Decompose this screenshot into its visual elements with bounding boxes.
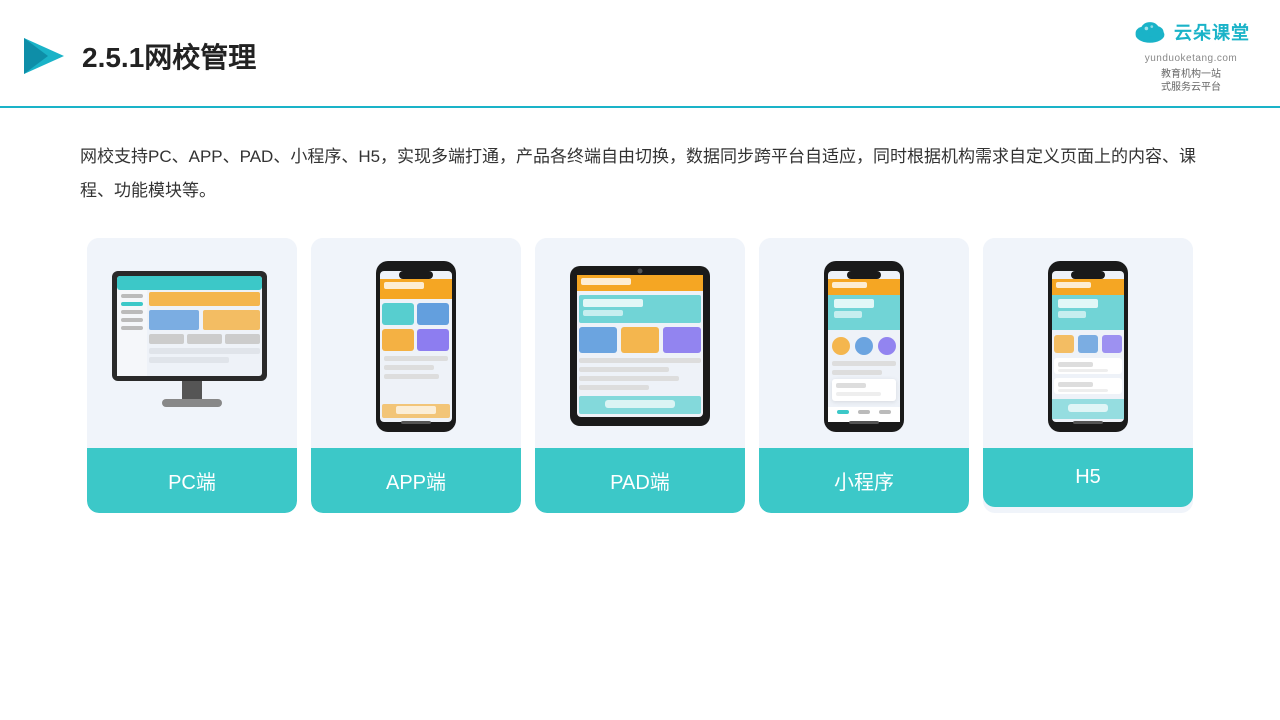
brand-name-en: yunduoketang.com	[1145, 48, 1238, 66]
card-pc-image	[87, 238, 297, 448]
card-h5: H5	[983, 238, 1193, 513]
brand-logo: 云朵课堂 yunduoketang.com 教育机构一站 式服务云平台	[1132, 18, 1250, 94]
pad-tablet-icon	[565, 261, 715, 431]
brand-cloud-row: 云朵课堂	[1132, 18, 1250, 46]
card-pc-label: PC端	[87, 448, 297, 513]
card-miniapp-image	[759, 238, 969, 448]
h5-phone-icon	[1043, 259, 1133, 434]
card-miniapp-label: 小程序	[759, 448, 969, 513]
page-header: 2.5.1网校管理 云朵课堂 yunduoketang.com 教育机构一站 式…	[0, 0, 1280, 108]
page-title: 2.5.1网校管理	[82, 36, 256, 76]
card-app: APP端	[311, 238, 521, 513]
description-text: 网校支持PC、APP、PAD、小程序、H5，实现多端打通，产品各终端自由切换，数…	[0, 108, 1280, 228]
pc-monitor-icon	[107, 266, 277, 426]
card-pad-label: PAD端	[535, 448, 745, 513]
app-phone-icon	[371, 259, 461, 434]
card-pc: PC端	[87, 238, 297, 513]
logo-icon	[20, 32, 68, 80]
brand-slogan: 教育机构一站 式服务云平台	[1161, 68, 1221, 94]
cloud-icon	[1132, 18, 1168, 46]
brand-name-cn: 云朵课堂	[1174, 19, 1250, 45]
card-pad-image	[535, 238, 745, 448]
card-app-image	[311, 238, 521, 448]
card-h5-image	[983, 238, 1193, 448]
card-pad: PAD端	[535, 238, 745, 513]
cards-container: PC端	[0, 228, 1280, 533]
header-left: 2.5.1网校管理	[20, 32, 256, 80]
card-miniapp: 小程序	[759, 238, 969, 513]
card-app-label: APP端	[311, 448, 521, 513]
miniapp-phone-icon	[819, 259, 909, 434]
card-h5-label: H5	[983, 448, 1193, 507]
